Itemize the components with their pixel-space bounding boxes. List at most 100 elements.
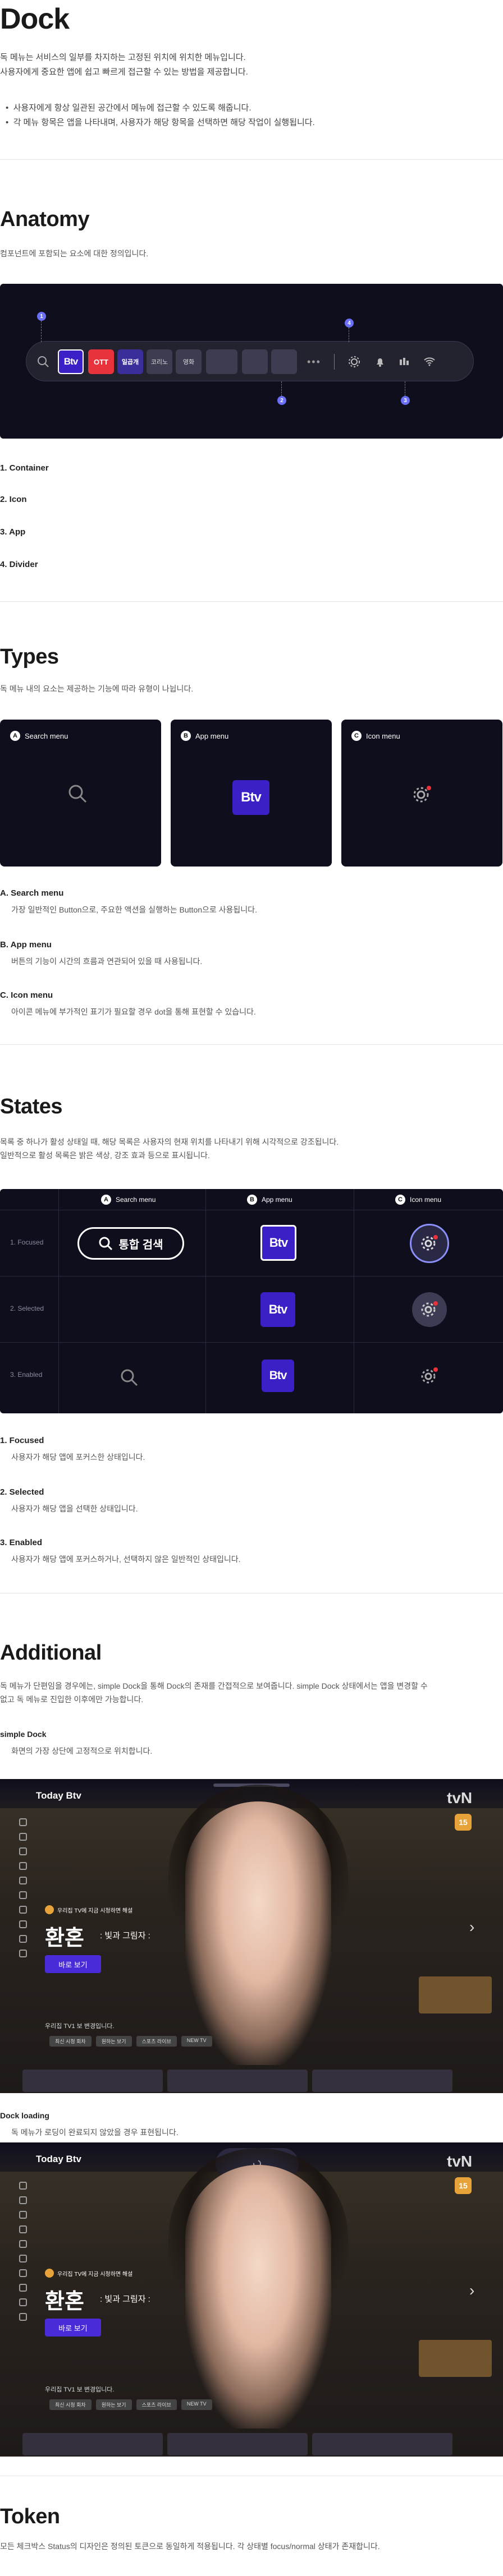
app-btv: Btv — [232, 780, 269, 815]
channel-brand: tvN — [447, 2153, 473, 2170]
divider — [0, 601, 503, 602]
age-rating: 15 — [455, 1814, 472, 1831]
states-desc-1: 목록 중 하나가 활성 상태일 때, 해당 목록은 사용자의 현재 위치를 나타… — [0, 1137, 339, 1146]
gear-icon[interactable] — [347, 355, 361, 368]
app-enabled[interactable]: Btv — [262, 1360, 294, 1392]
additional-desc-2: 없고 독 메뉴로 진입한 이후에만 가능합니다. — [0, 1695, 144, 1704]
state-label-selected: 2. Selected — [0, 1487, 44, 1497]
bullet-1: • 사용자에게 항상 일관된 공간에서 메뉴에 접근할 수 있도록 해줍니다. — [6, 103, 252, 113]
gear-icon — [421, 1235, 438, 1251]
app-6[interactable] — [206, 349, 237, 374]
state-desc-selected: 사용자가 해당 앱을 선택한 상태입니다. — [11, 1504, 138, 1513]
marker-3: 3 — [401, 396, 410, 405]
show-title: 환혼 — [45, 2288, 84, 2314]
logo: Today Btv — [36, 1790, 81, 1801]
caption: 우리집 TV1 보 변경입니다. — [45, 2386, 115, 2393]
search-icon — [38, 356, 49, 367]
channel-badge: 우리집 TV에 지금 시청하면 해설 — [45, 2269, 132, 2278]
anatomy-canvas: Btv OTT 일곱개 코리노 영화 ••• 1 2 3 4 — [0, 284, 503, 439]
anatomy-desc: 컴포넌트에 포함되는 요소에 대한 정의입니다. — [0, 249, 149, 258]
state-row-focused: 1. Focused 통합 검색 Btv — [0, 1210, 503, 1277]
dock-divider — [334, 354, 335, 370]
anatomy-title: Anatomy — [0, 208, 90, 231]
app-4[interactable]: 코리노 — [147, 349, 172, 374]
badge-a: A — [101, 1195, 111, 1205]
battery-icon[interactable] — [398, 355, 411, 368]
bell-icon[interactable] — [373, 355, 387, 368]
anatomy-part-4: 4. Divider — [0, 560, 38, 569]
badge-b: B — [247, 1195, 257, 1205]
simple-dock-desc: 화면의 가장 상단에 고정적으로 위치합니다. — [11, 1746, 153, 1755]
icon-focused[interactable] — [410, 1224, 449, 1263]
marker-2: 2 — [277, 396, 286, 405]
state-row-enabled: 3. Enabled Btv — [0, 1343, 503, 1409]
simple-dock-screen: Today Btv tvN 15 우리집 TV에 지금 시청하면 해설 환혼 :… — [0, 1779, 503, 2093]
side-nav[interactable] — [16, 1818, 29, 1964]
token-desc: 모든 체크박스 Status의 디자인은 정의된 토큰으로 동일하게 적용됩니다… — [0, 2542, 380, 2551]
dock-loading-label: Dock loading — [0, 2111, 49, 2120]
col-label: Icon menu — [410, 1196, 442, 1204]
watch-button[interactable]: 바로 보기 — [45, 2319, 101, 2337]
side-nav[interactable] — [16, 2182, 29, 2328]
app-8[interactable] — [271, 349, 297, 374]
col-label: Search menu — [116, 1196, 156, 1204]
app-selected[interactable]: Btv — [260, 1292, 295, 1327]
types-title: Types — [0, 645, 59, 669]
type-desc-b: 버튼의 기능이 시간의 흐름과 연관되어 있을 때 사용됩니다. — [11, 957, 203, 966]
chevron-right-icon[interactable]: › — [469, 2282, 474, 2299]
states-title: States — [0, 1095, 63, 1118]
state-desc-enabled: 사용자가 해당 앱에 포커스하거나, 선택하지 않은 일반적인 상태입니다. — [11, 1555, 241, 1564]
intro-line-2: 사용자에게 중요한 앱에 쉽고 빠르게 접근할 수 있는 방법을 제공합니다. — [0, 67, 248, 77]
thumbnail[interactable] — [419, 1976, 492, 2013]
marker-1: 1 — [37, 312, 46, 321]
anatomy-part-2: 2. Icon — [0, 495, 27, 504]
additional-title: Additional — [0, 1641, 102, 1665]
badge-c: C — [395, 1195, 405, 1205]
type-label-b: B. App menu — [0, 940, 52, 950]
bullet-2: • 각 메뉴 항목은 앱을 나타내며, 사용자가 해당 항목을 선택하면 해당 … — [6, 118, 315, 127]
marker-4: 4 — [345, 319, 354, 328]
tag-row: 최신 시청 회차 원하는 보기 스포츠 라이브 NEW TV — [49, 2399, 212, 2410]
additional-desc-1: 독 메뉴가 단편임을 경우에는, simple Dock을 통해 Dock의 존… — [0, 1681, 428, 1690]
state-label-enabled: 3. Enabled — [0, 1538, 43, 1547]
wifi-icon[interactable] — [423, 355, 436, 368]
states-table: A Search menu B App menu C Icon menu 1. Foc… — [0, 1189, 503, 1413]
chevron-right-icon[interactable]: › — [469, 1918, 474, 1936]
search-icon[interactable] — [119, 1367, 139, 1388]
card-label: App menu — [195, 731, 229, 740]
content-row[interactable] — [22, 2070, 452, 2092]
search-icon — [68, 785, 87, 803]
divider — [0, 1044, 503, 1045]
app-7[interactable] — [242, 349, 268, 374]
state-label-focused: 1. Focused — [0, 1436, 44, 1445]
icon-selected[interactable] — [412, 1292, 447, 1327]
state-desc-focused: 사용자가 해당 앱에 포커스한 상태입니다. — [11, 1453, 145, 1462]
poster-image — [185, 2165, 331, 2428]
app-focused[interactable]: Btv — [260, 1225, 296, 1261]
app-btv[interactable]: Btv — [58, 349, 84, 374]
show-title: 환혼 — [45, 1925, 84, 1950]
type-card-search: A Search menu — [0, 720, 161, 867]
state-row-selected: 2. Selected Btv — [0, 1277, 503, 1343]
dock-loading-desc: 독 메뉴가 로딩이 완료되지 않았을 경우 표현됩니다. — [11, 2128, 179, 2137]
type-card-icon: C Icon menu — [341, 720, 502, 867]
search-focused[interactable]: 통합 검색 — [77, 1227, 184, 1260]
thumbnail[interactable] — [419, 2340, 492, 2377]
divider — [0, 159, 503, 160]
type-desc-c: 아이콘 메뉴에 부가적인 표기가 필요할 경우 dot을 통해 표현할 수 있습… — [11, 1007, 256, 1016]
dock-loading-screen: Today Btv tvN 15 우리집 TV에 지금 시청하면 해설 환혼 :… — [0, 2142, 503, 2457]
marker-line-2 — [281, 381, 282, 396]
token-title: Token — [0, 2505, 60, 2528]
type-label-a: A. Search menu — [0, 888, 64, 898]
app-5[interactable]: 영화 — [176, 349, 202, 374]
tag-row: 최신 시청 회차 원하는 보기 스포츠 라이브 NEW TV — [49, 2036, 212, 2047]
more-icon[interactable]: ••• — [307, 356, 321, 368]
watch-button[interactable]: 바로 보기 — [45, 1955, 101, 1973]
caption: 우리집 TV1 보 변경입니다. — [45, 2023, 115, 2030]
badge-b: B — [181, 731, 191, 741]
content-row[interactable] — [22, 2433, 452, 2455]
app-ott[interactable]: OTT — [88, 349, 114, 374]
intro-line-1: 독 메뉴는 서비스의 일부를 차지하는 고정된 위치에 위치한 메뉴입니다. — [0, 53, 246, 62]
gear-icon[interactable] — [419, 1365, 440, 1386]
app-3[interactable]: 일곱개 — [117, 349, 143, 374]
